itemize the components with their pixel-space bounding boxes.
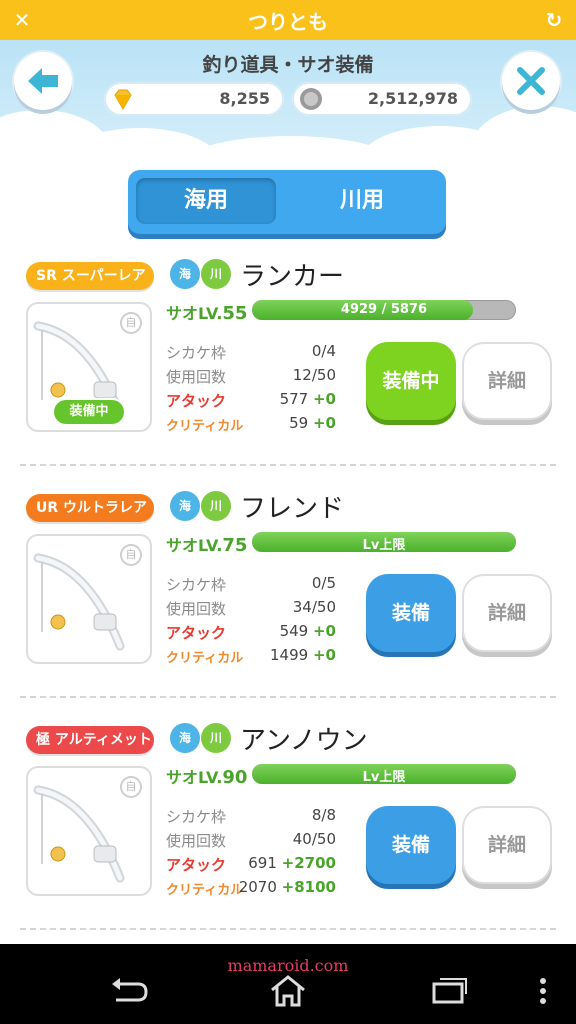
level-progress-text: 4929 / 5876 [340, 302, 428, 317]
slots-value: 8/8 [311, 806, 336, 824]
sea-badge: 海 [170, 723, 200, 753]
slots-label: シカケ枠 [166, 808, 227, 826]
lock-icon[interactable]: 自 [120, 776, 142, 798]
lock-icon[interactable]: 自 [120, 544, 142, 566]
level-progress-text: Lv上限 [362, 770, 406, 784]
level-progress-text: Lv上限 [362, 538, 406, 552]
header: 釣り道具・サオ装備 8,255 2,512,978 [0, 40, 576, 160]
uses-label: 使用回数 [166, 832, 227, 850]
level-number: 75 [222, 535, 248, 556]
uses-label: 使用回数 [166, 600, 227, 618]
watermark: mamaroid.com [227, 956, 349, 975]
rarity-label: 極 アルティメット [26, 726, 154, 754]
detail-button[interactable]: 詳細 [462, 342, 552, 420]
equipped-tag: 装備中 [54, 400, 124, 424]
gem-count: 8,255 [219, 89, 270, 108]
detail-button[interactable]: 詳細 [462, 806, 552, 884]
tab-sea[interactable]: 海用 [136, 178, 276, 224]
level-number: 55 [222, 303, 248, 324]
attack-label: アタック [166, 392, 227, 410]
rod-name: フレンド [240, 494, 345, 524]
back-icon[interactable] [108, 974, 148, 1008]
rod-level: サオLV.55 [166, 300, 247, 324]
rod-level: サオLV.90 [166, 764, 247, 788]
close-button[interactable] [502, 52, 560, 110]
attack-label: アタック [166, 856, 227, 874]
slots-label: シカケ枠 [166, 576, 227, 594]
slots-value: 0/4 [311, 342, 336, 360]
equip-button[interactable]: 装備 [366, 806, 456, 884]
home-icon[interactable] [268, 974, 308, 1008]
level-prefix: サオLV. [166, 304, 223, 323]
attack-value: 691 +2700 [248, 854, 336, 872]
screen-title: 釣り道具・サオ装備 [202, 54, 374, 76]
app-title: つりとも [248, 10, 328, 34]
rod-row: UR ウルトラレア 海 川 フレンド 自 サオLV.75 Lv上限 シカケ枠 0… [0, 491, 576, 726]
equip-button[interactable]: 装備中 [366, 342, 456, 420]
rod-level: サオLV.75 [166, 532, 247, 556]
critical-label: クリティカル [166, 883, 244, 898]
rod-name: ランカー [240, 262, 345, 292]
slots-value: 0/5 [311, 574, 336, 592]
river-badge: 川 [201, 259, 231, 289]
uses-value: 40/50 [292, 830, 336, 848]
level-progress-bar: Lv上限 [252, 532, 516, 552]
title-bar: ✕ つりとも ↻ [0, 0, 576, 40]
level-number: 90 [222, 767, 248, 788]
close-icon [517, 67, 545, 95]
slots-label: シカケ枠 [166, 344, 227, 362]
detail-button[interactable]: 詳細 [462, 574, 552, 652]
critical-label: クリティカル [166, 651, 244, 666]
tab-river[interactable]: 川用 [292, 178, 432, 224]
coin-count: 2,512,978 [367, 89, 458, 108]
gem-icon [114, 89, 132, 111]
level-prefix: サオLV. [166, 536, 223, 555]
arrow-left-icon [28, 68, 58, 94]
row-divider [20, 696, 556, 698]
critical-value: 1499 +0 [270, 646, 336, 664]
rod-thumbnail[interactable]: 自 [26, 766, 152, 896]
river-badge: 川 [201, 723, 231, 753]
attack-label: アタック [166, 624, 227, 642]
critical-value: 2070 +8100 [238, 878, 336, 896]
row-divider [20, 928, 556, 930]
rod-thumbnail[interactable]: 自 [26, 534, 152, 664]
level-progress-bar: Lv上限 [252, 764, 516, 784]
rod-thumbnail[interactable]: 自 装備中 [26, 302, 152, 432]
row-divider [20, 464, 556, 466]
rod-name: アンノウン [240, 726, 368, 756]
rod-row: SR スーパーレア 海 川 ランカー 自 装備中 サオLV.55 4929 / … [0, 259, 576, 494]
river-badge: 川 [201, 491, 231, 521]
rod-row: 極 アルティメット 海 川 アンノウン 自 サオLV.90 Lv上限 シカケ枠 … [0, 723, 576, 958]
coin-icon [300, 88, 322, 110]
equip-button[interactable]: 装備 [366, 574, 456, 652]
refresh-icon[interactable]: ↻ [542, 8, 566, 32]
sea-badge: 海 [170, 491, 200, 521]
coin-counter: 2,512,978 [292, 82, 472, 116]
system-nav-bar: mamaroid.com [0, 944, 576, 1024]
uses-value: 12/50 [292, 366, 336, 384]
critical-value: 59 +0 [289, 414, 336, 432]
attack-value: 577 +0 [279, 390, 336, 408]
critical-label: クリティカル [166, 419, 244, 434]
sea-badge: 海 [170, 259, 200, 289]
level-prefix: サオLV. [166, 768, 223, 787]
uses-value: 34/50 [292, 598, 336, 616]
recent-apps-icon[interactable] [428, 974, 468, 1008]
rarity-label: SR スーパーレア [26, 262, 154, 290]
back-button[interactable] [14, 52, 72, 110]
lock-icon[interactable]: 自 [120, 312, 142, 334]
level-progress-bar: 4929 / 5876 [252, 300, 516, 320]
uses-label: 使用回数 [166, 368, 227, 386]
attack-value: 549 +0 [279, 622, 336, 640]
gem-counter: 8,255 [104, 82, 284, 116]
water-type-tabs: 海用 川用 [128, 170, 446, 234]
rarity-label: UR ウルトラレア [26, 494, 154, 522]
menu-dots-icon[interactable] [528, 974, 558, 1008]
